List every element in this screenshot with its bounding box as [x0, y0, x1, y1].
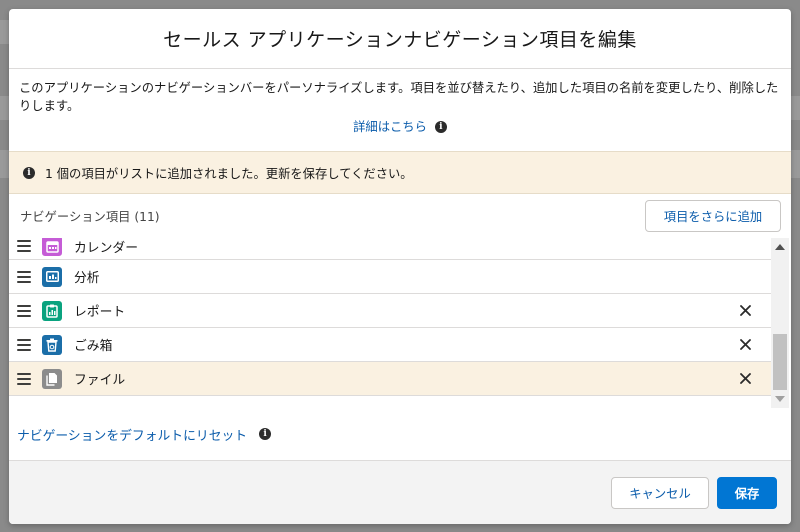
drag-handle-icon[interactable]	[17, 338, 31, 351]
list-item[interactable]: カレンダー	[9, 238, 771, 260]
cancel-button[interactable]: キャンセル	[611, 476, 709, 509]
list-item-label: レポート	[74, 305, 126, 320]
file-icon	[42, 368, 62, 389]
nav-items-list[interactable]: カレンダー 分析 レポート ごみ箱 ファイル	[9, 238, 791, 408]
save-button[interactable]: 保存	[717, 476, 777, 509]
list-item[interactable]: ファイル	[9, 362, 771, 396]
background-strip	[790, 150, 800, 178]
scroll-thumb[interactable]	[773, 334, 787, 390]
modal-header: セールス アプリケーションナビゲーション項目を編集	[9, 9, 791, 69]
list-item-label: 分析	[74, 271, 100, 286]
modal-footer: キャンセル 保存	[9, 460, 791, 524]
close-icon	[739, 305, 751, 316]
drag-handle-icon[interactable]	[17, 304, 31, 317]
report-icon	[42, 300, 62, 321]
intro-text: このアプリケーションのナビゲーションバーをパーソナライズします。項目を並び替えた…	[19, 81, 779, 113]
list-item[interactable]: ごみ箱	[9, 328, 771, 362]
info-icon[interactable]: i	[259, 428, 272, 440]
list-item-label: ファイル	[74, 373, 126, 388]
scroll-down-arrow-icon[interactable]	[775, 396, 785, 402]
nav-items-rows: カレンダー 分析 レポート ごみ箱 ファイル	[9, 238, 771, 396]
remove-item-button[interactable]	[737, 337, 753, 353]
add-more-items-button[interactable]: 項目をさらに追加	[645, 200, 781, 232]
background-strip	[790, 96, 800, 120]
list-scrollbar[interactable]	[771, 238, 789, 408]
remove-item-button[interactable]	[737, 303, 753, 319]
close-icon	[739, 373, 751, 384]
list-item-label: カレンダー	[74, 240, 138, 256]
scroll-up-arrow-icon[interactable]	[775, 244, 785, 250]
remove-item-button[interactable]	[737, 371, 753, 387]
learn-more-row: 詳細はこちら i	[353, 118, 447, 136]
calendar-icon	[42, 238, 62, 256]
notice-banner: i 1 個の項目がリストに追加されました。更新を保存してください。	[9, 151, 791, 194]
info-icon: i	[23, 166, 35, 179]
reset-row: ナビゲーションをデフォルトにリセット i	[9, 408, 791, 460]
analytics-icon	[42, 266, 62, 287]
close-icon	[739, 339, 751, 350]
list-item-label: ごみ箱	[74, 339, 113, 354]
modal-title: セールス アプリケーションナビゲーション項目を編集	[163, 29, 637, 51]
drag-handle-icon[interactable]	[17, 372, 31, 385]
trash-icon	[42, 334, 62, 355]
info-icon[interactable]: i	[434, 121, 447, 133]
learn-more-link[interactable]: 詳細はこちら	[353, 118, 427, 136]
notice-text: 1 個の項目がリストに追加されました。更新を保存してください。	[45, 166, 413, 181]
edit-navigation-modal: セールス アプリケーションナビゲーション項目を編集 このアプリケーションのナビゲ…	[9, 9, 791, 524]
list-item[interactable]: レポート	[9, 294, 771, 328]
reset-navigation-link[interactable]: ナビゲーションをデフォルトにリセット	[17, 425, 247, 444]
nav-items-count: ナビゲーション項目 (11)	[20, 210, 160, 224]
list-item[interactable]: 分析	[9, 260, 771, 294]
intro-section: このアプリケーションのナビゲーションバーをパーソナライズします。項目を並び替えた…	[9, 69, 791, 151]
drag-handle-icon[interactable]	[17, 240, 31, 252]
drag-handle-icon[interactable]	[17, 270, 31, 283]
nav-items-header: ナビゲーション項目 (11) 項目をさらに追加	[9, 194, 791, 238]
